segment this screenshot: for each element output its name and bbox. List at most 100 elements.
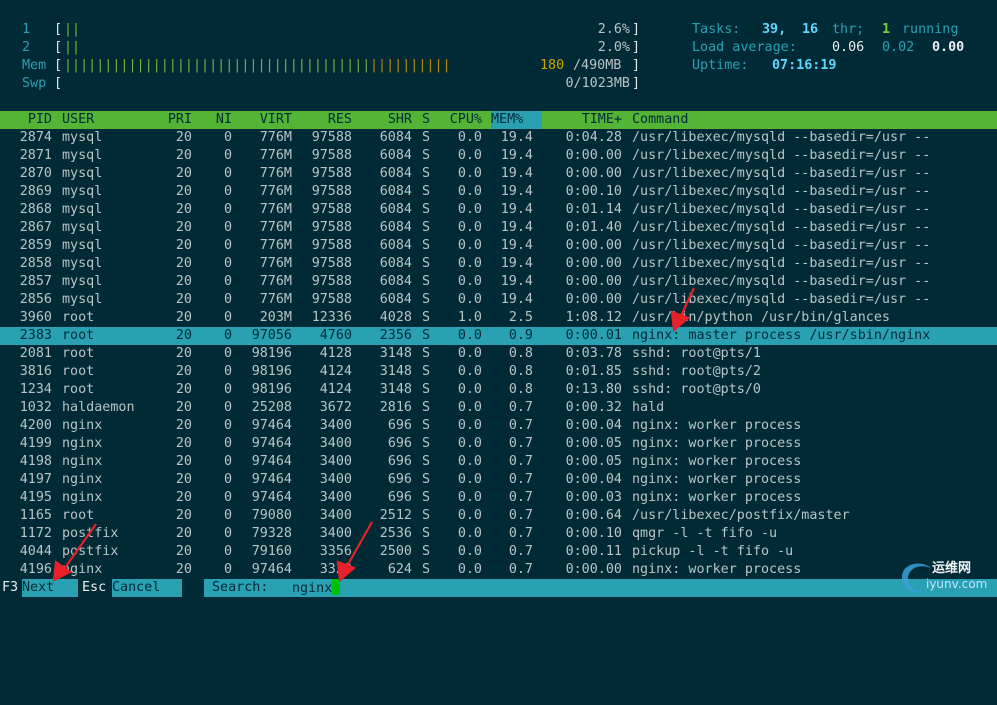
cell-pid: 2383: [19, 328, 52, 343]
cell-command: /usr/libexec/mysqld --basedir=/usr --: [632, 184, 931, 199]
cell-time: 0:04.28: [565, 130, 622, 145]
column-header-mem-sorted[interactable]: MEM%: [491, 111, 542, 129]
meter-close-bracket: ]: [632, 22, 641, 37]
cell-ni: 0: [223, 454, 232, 469]
cancel-button[interactable]: Cancel: [112, 579, 182, 597]
running-count: 1: [882, 22, 891, 37]
cell-res: 97588: [311, 292, 352, 307]
cell-res: 3356: [319, 544, 352, 559]
column-header-pid[interactable]: PID: [0, 111, 52, 129]
cell-pri: 20: [175, 490, 192, 505]
cell-mem: 19.4: [500, 184, 533, 199]
cell-res: 97588: [311, 148, 352, 163]
cell-pri: 20: [175, 328, 192, 343]
cell-time: 0:00.01: [565, 328, 622, 343]
cell-user: root: [62, 328, 95, 343]
cell-mem: 19.4: [500, 148, 533, 163]
cell-command: nginx: worker process: [632, 454, 802, 469]
cell-time: 0:13.80: [565, 382, 622, 397]
next-button[interactable]: Next: [22, 579, 78, 597]
cell-virt: 97464: [251, 454, 292, 469]
column-header-user[interactable]: USER: [62, 111, 94, 129]
column-header-cpu[interactable]: CPU%: [440, 111, 482, 129]
cell-shr: 6084: [379, 220, 412, 235]
cell-pid: 2857: [19, 274, 52, 289]
cell-cpu: 0.0: [457, 274, 482, 289]
cell-ni: 0: [223, 166, 232, 181]
tasks-count: 39,: [762, 22, 787, 37]
cell-mem: 19.4: [500, 238, 533, 253]
column-header-virt[interactable]: VIRT: [240, 111, 292, 129]
search-bar[interactable]: Search: nginx: [204, 579, 997, 597]
cell-cpu: 1.0: [457, 310, 482, 325]
cell-cpu: 0.0: [457, 148, 482, 163]
cell-time: 1:08.12: [565, 310, 622, 325]
column-header-ni[interactable]: NI: [202, 111, 232, 129]
column-header-res[interactable]: RES: [300, 111, 352, 129]
column-header-time[interactable]: TIME+: [542, 111, 622, 129]
cell-res: 4760: [319, 328, 352, 343]
cell-res: 3400: [319, 472, 352, 487]
cell-cpu: 0.0: [457, 490, 482, 505]
cell-pid: 2874: [19, 130, 52, 145]
cell-time: 0:00.00: [565, 148, 622, 163]
table-row-selected[interactable]: 2383 root 20 0 97056 4760 2356 S 0.0 0.9 0:00.01 ng…: [0, 327, 997, 345]
cell-virt: 97464: [251, 490, 292, 505]
column-header-shr[interactable]: SHR: [360, 111, 412, 129]
column-header-command[interactable]: Command: [632, 111, 688, 129]
cell-ni: 0: [223, 220, 232, 235]
cell-cpu: 0.0: [457, 220, 482, 235]
cell-s: S: [422, 202, 431, 217]
cell-time: 0:00.05: [565, 454, 622, 469]
cell-user: mysql: [62, 292, 103, 307]
load-average-stat: Load average: 0.06 0.02 0.00: [0, 39, 964, 57]
cell-pri: 20: [175, 292, 192, 307]
cell-virt: 776M: [259, 184, 292, 199]
cell-user: postfix: [62, 544, 119, 559]
cell-pid: 2869: [19, 184, 52, 199]
cell-pri: 20: [175, 364, 192, 379]
search-footer: F3 Next Esc Cancel Search: nginx: [0, 579, 997, 597]
cell-res: 97588: [311, 184, 352, 199]
cell-mem: 19.4: [500, 202, 533, 217]
cell-user: mysql: [62, 130, 103, 145]
cell-ni: 0: [223, 346, 232, 361]
cell-mem: 0.7: [508, 544, 533, 559]
cell-shr: 6084: [379, 238, 412, 253]
cell-user: nginx: [62, 472, 103, 487]
column-header-pri[interactable]: PRI: [150, 111, 192, 129]
cell-virt: 776M: [259, 202, 292, 217]
cell-s: S: [422, 472, 431, 487]
cell-shr: 696: [387, 454, 412, 469]
cell-pri: 20: [175, 418, 192, 433]
cell-s: S: [422, 166, 431, 181]
cell-shr: 6084: [379, 166, 412, 181]
cell-pri: 20: [175, 562, 192, 577]
cell-pid: 1172: [19, 526, 52, 541]
cell-pri: 20: [175, 472, 192, 487]
cell-virt: 776M: [259, 238, 292, 253]
search-input[interactable]: nginx: [292, 579, 341, 597]
cell-pri: 20: [175, 148, 192, 163]
cell-shr: 2356: [379, 328, 412, 343]
cell-ni: 0: [223, 418, 232, 433]
column-header-state[interactable]: S: [422, 111, 430, 129]
cell-command: nginx: worker process: [632, 562, 802, 577]
cell-mem: 0.7: [508, 526, 533, 541]
cell-mem: 0.7: [508, 454, 533, 469]
cell-res: 12336: [311, 310, 352, 325]
cell-pid: 1032: [19, 400, 52, 415]
cell-pid: 2859: [19, 238, 52, 253]
cell-res: 97588: [311, 238, 352, 253]
cell-time: 0:00.00: [565, 274, 622, 289]
cell-user: root: [62, 382, 95, 397]
site-watermark: 运维网 iyunv.com: [892, 555, 992, 599]
cell-time: 0:00.04: [565, 418, 622, 433]
cell-res: 97588: [311, 166, 352, 181]
cell-virt: 97056: [251, 328, 292, 343]
cell-mem: 0.7: [508, 508, 533, 523]
cell-command: sshd: root@pts/0: [632, 382, 761, 397]
cell-time: 0:00.64: [565, 508, 622, 523]
cell-shr: 4028: [379, 310, 412, 325]
cell-shr: 2500: [379, 544, 412, 559]
